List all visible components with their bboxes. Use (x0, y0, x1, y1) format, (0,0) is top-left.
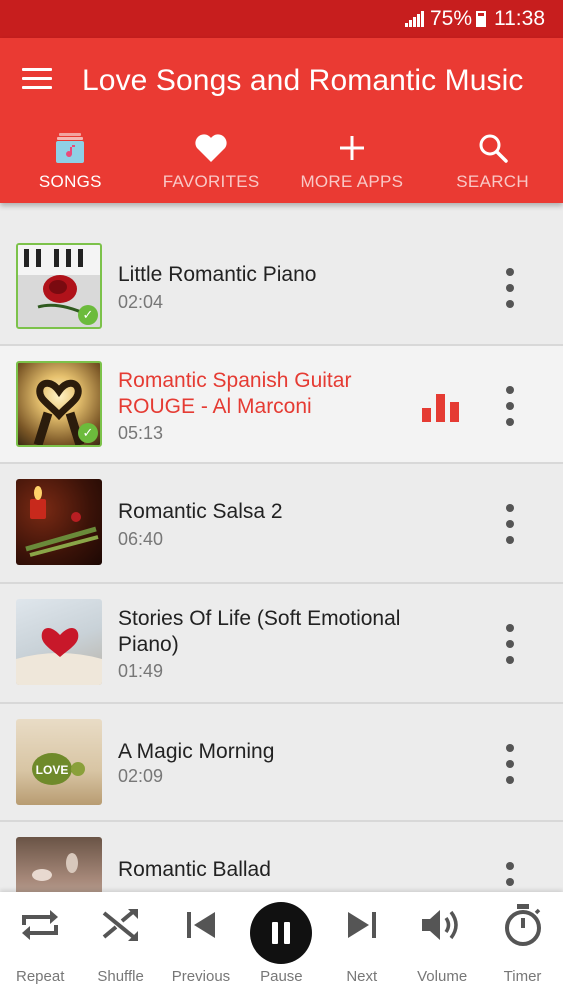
app-bar: Love Songs and Romantic Music SONGS FAVO… (0, 38, 563, 203)
album-art (16, 599, 102, 685)
shuffle-button[interactable]: Shuffle (80, 892, 160, 1000)
tab-bar: SONGS FAVORITES MORE APPS SEARCH (0, 130, 563, 203)
song-title: A Magic Morning (118, 740, 275, 763)
tab-favorites-label: FAVORITES (162, 172, 260, 191)
song-title: Little Romantic Piano (118, 263, 317, 286)
tab-favorites[interactable]: FAVORITES (141, 130, 282, 203)
tab-more-apps[interactable]: MORE APPS (282, 130, 423, 203)
song-duration: 02:09 (118, 766, 164, 786)
previous-icon (185, 892, 217, 958)
song-row[interactable]: Stories Of Life (Soft Emotional Piano) 0… (0, 584, 563, 704)
pause-label: Pause (260, 968, 303, 985)
tab-search-label: SEARCH (456, 172, 529, 191)
clock: 11:38 (494, 7, 545, 30)
repeat-button[interactable]: Repeat (0, 892, 80, 1000)
volume-button[interactable]: Volume (402, 892, 482, 1000)
app-title: Love Songs and Romantic Music (82, 64, 524, 97)
plus-icon (339, 130, 365, 166)
album-art: ✓ (16, 361, 102, 447)
timer-icon (502, 892, 544, 958)
tab-more-apps-label: MORE APPS (300, 172, 404, 191)
love-stone-text: LOVE (36, 763, 69, 777)
downloaded-check-icon: ✓ (78, 305, 98, 325)
previous-label: Previous (171, 968, 231, 985)
song-row-playing[interactable]: ✓ Romantic Spanish Guitar ROUGE - Al Mar… (0, 346, 563, 464)
timer-label: Timer (503, 968, 542, 985)
player-bar: Repeat Shuffle Previous Pause Next Volum… (0, 892, 563, 1000)
volume-icon (420, 892, 464, 958)
heart-icon (194, 130, 228, 166)
song-duration: 05:13 (118, 423, 164, 443)
timer-button[interactable]: Timer (482, 892, 562, 1000)
volume-label: Volume (417, 968, 468, 985)
more-options-icon[interactable] (503, 504, 517, 544)
music-library-icon (55, 130, 85, 166)
song-list: ✓ Little Romantic Piano 02:04 ✓ Romantic… (0, 228, 563, 940)
more-options-icon[interactable] (503, 268, 517, 308)
downloaded-check-icon: ✓ (78, 423, 98, 443)
album-art: ✓ (16, 243, 102, 329)
shuffle-icon (100, 892, 142, 958)
repeat-label: Repeat (16, 968, 65, 985)
next-icon (346, 892, 378, 958)
tab-songs[interactable]: SONGS (0, 130, 141, 203)
song-title: Romantic Spanish Guitar ROUGE - Al Marco… (118, 369, 352, 418)
search-icon (478, 130, 508, 166)
tab-songs-label: SONGS (38, 172, 102, 191)
album-art (16, 479, 102, 565)
song-duration: 01:49 (118, 661, 164, 681)
song-duration: 06:40 (118, 529, 164, 549)
repeat-icon (18, 892, 62, 958)
next-label: Next (346, 968, 378, 985)
now-playing-equalizer-icon (422, 392, 462, 422)
signal-icon (404, 11, 424, 27)
battery-icon (476, 11, 486, 27)
next-button[interactable]: Next (322, 892, 402, 1000)
shuffle-label: Shuffle (97, 968, 144, 985)
album-art: LOVE (16, 719, 102, 805)
pause-icon (250, 902, 313, 964)
more-options-icon[interactable] (503, 624, 517, 664)
song-row[interactable]: ✓ Little Romantic Piano 02:04 (0, 228, 563, 346)
song-title: Stories Of Life (Soft Emotional Piano) (118, 607, 401, 656)
song-duration: 02:04 (118, 292, 164, 312)
tab-search[interactable]: SEARCH (422, 130, 563, 203)
hamburger-menu-icon[interactable] (22, 68, 52, 92)
more-options-icon[interactable] (503, 386, 517, 426)
previous-button[interactable]: Previous (161, 892, 241, 1000)
pause-button[interactable]: Pause (241, 892, 321, 1000)
more-options-icon[interactable] (503, 744, 517, 784)
status-bar: 75% 11:38 (0, 0, 563, 38)
song-row[interactable]: LOVE A Magic Morning 02:09 (0, 704, 563, 822)
song-row[interactable]: Romantic Salsa 2 06:40 (0, 464, 563, 584)
song-title: Romantic Salsa 2 (118, 500, 283, 523)
song-title: Romantic Ballad (118, 858, 271, 881)
battery-percent: 75% (429, 7, 472, 30)
